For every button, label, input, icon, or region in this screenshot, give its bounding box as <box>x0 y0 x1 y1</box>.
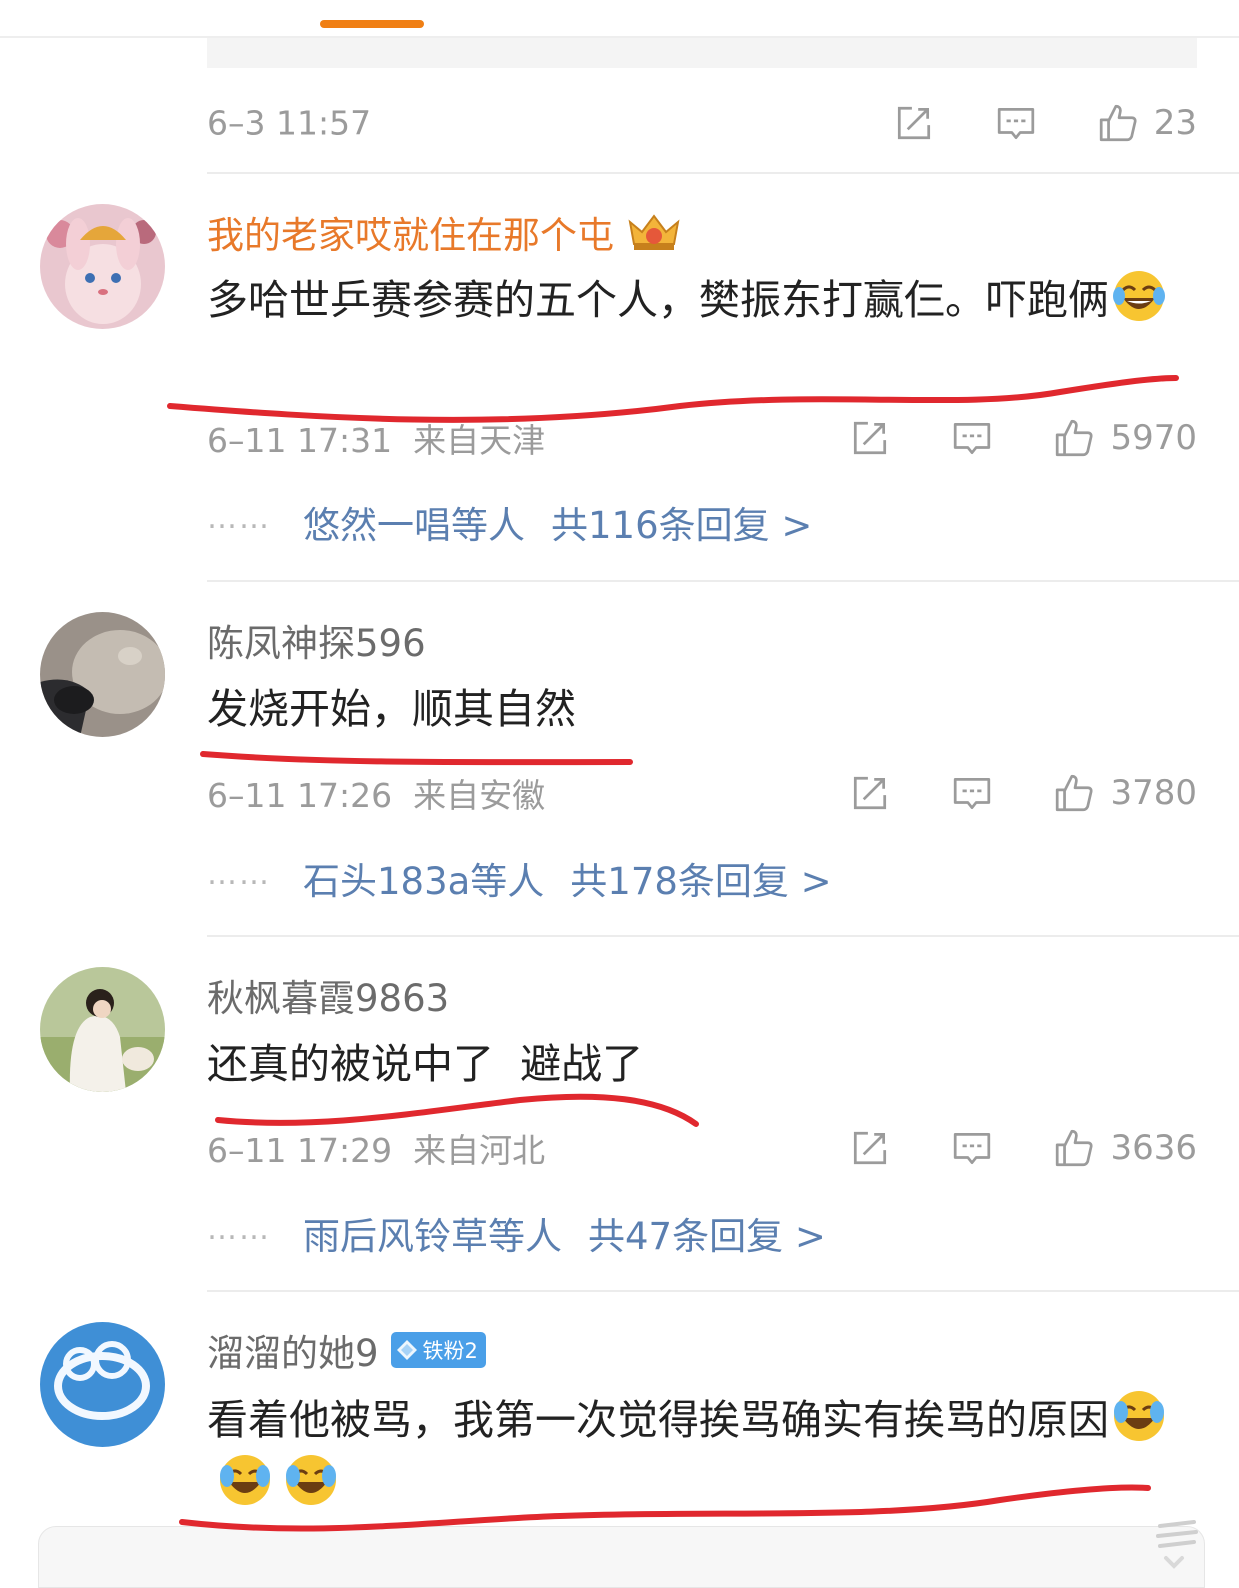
comment-time: 6–11 17:31 来自天津 <box>207 414 545 462</box>
active-tab-indicator <box>320 20 424 28</box>
comment-text: 还真的被说中了 避战了 <box>207 1032 1182 1096</box>
username[interactable]: 陈凤神探596 <box>207 614 426 666</box>
comment-body: 看着他被骂，我第一次觉得挨骂确实有挨骂的原因 <box>207 1396 1109 1444</box>
reply-count[interactable]: 共47条回复 > <box>588 1206 826 1260</box>
comment-text: 看着他被骂，我第一次觉得挨骂确实有挨骂的原因 <box>207 1388 1182 1516</box>
like-count: 3636 <box>1110 1128 1197 1168</box>
previous-comment-meta: 6–3 11:57 23 <box>207 98 1197 148</box>
reply-count[interactable]: 共116条回复 > <box>551 495 812 549</box>
share-icon[interactable] <box>848 416 892 460</box>
like-count: 5970 <box>1110 418 1197 458</box>
reply-dots: …… <box>207 856 271 892</box>
comment-icon[interactable] <box>950 416 994 460</box>
thumbs-up-icon <box>1096 101 1140 145</box>
like-button[interactable]: 3780 <box>1052 771 1197 815</box>
comment-text: 多哈世乒赛参赛的五个人，樊振东打赢仨。吓跑俩 <box>207 268 1182 332</box>
like-button[interactable]: 23 <box>1096 101 1197 145</box>
avatar[interactable] <box>40 1322 165 1447</box>
comment-divider <box>207 1290 1239 1292</box>
quoted-content-box <box>207 38 1197 68</box>
username[interactable]: 秋枫暮霞9863 <box>207 969 449 1021</box>
diamond-icon <box>396 1340 417 1360</box>
like-button[interactable]: 5970 <box>1052 416 1197 460</box>
comment-body: 多哈世乒赛参赛的五个人，樊振东打赢仨。吓跑俩 <box>207 276 1109 324</box>
avatar[interactable] <box>40 967 165 1092</box>
reply-dots: …… <box>207 500 271 536</box>
username-text[interactable]: 溜溜的她9 <box>207 1323 379 1377</box>
like-button[interactable]: 3636 <box>1052 1126 1197 1170</box>
crying-laughing-emoji <box>286 1455 336 1505</box>
comment-icon[interactable] <box>950 1126 994 1170</box>
crying-laughing-emoji <box>1114 1391 1164 1441</box>
bottom-input-bar[interactable] <box>38 1526 1205 1588</box>
comment-icon[interactable] <box>994 101 1038 145</box>
reply-users[interactable]: 石头183a等人 <box>303 851 544 905</box>
comment-divider <box>207 580 1239 582</box>
comment-divider <box>207 935 1239 937</box>
collapse-icon[interactable] <box>1140 1512 1210 1572</box>
comment-body: 还真的被说中了 避战了 <box>207 1040 644 1088</box>
comment-divider <box>207 172 1239 174</box>
fans-badge: 铁粉2 <box>390 1332 486 1368</box>
reply-users[interactable]: 雨后风铃草等人 <box>303 1206 562 1260</box>
time-text: 6–11 17:26 <box>207 776 393 815</box>
avatar[interactable] <box>40 612 165 737</box>
comment-body: 发烧开始，顺其自然 <box>207 685 576 733</box>
comment-meta: 6–11 17:31 来自天津 5970 <box>207 413 1197 463</box>
comment-icon[interactable] <box>950 771 994 815</box>
share-icon[interactable] <box>848 1126 892 1170</box>
username[interactable]: 我的老家哎就住在那个屯 <box>207 206 682 258</box>
badge-label: 铁粉2 <box>422 1339 478 1363</box>
crown-icon <box>628 214 680 250</box>
reply-count[interactable]: 共178条回复 > <box>570 851 831 905</box>
crying-laughing-emoji <box>220 1455 270 1505</box>
username-text[interactable]: 陈凤神探596 <box>207 613 426 667</box>
replies-link[interactable]: …… 悠然一唱等人 共116条回复 > <box>207 494 812 550</box>
thumbs-up-icon <box>1052 1126 1096 1170</box>
username[interactable]: 溜溜的她9 铁粉2 <box>207 1324 486 1376</box>
comment-time: 6–11 17:29 来自河北 <box>207 1124 545 1172</box>
reply-users[interactable]: 悠然一唱等人 <box>303 495 525 549</box>
share-icon[interactable] <box>848 771 892 815</box>
laughing-tears-emoji <box>1113 271 1165 321</box>
replies-link[interactable]: …… 石头183a等人 共178条回复 > <box>207 850 832 906</box>
replies-link[interactable]: …… 雨后风铃草等人 共47条回复 > <box>207 1205 826 1261</box>
comment-text: 发烧开始，顺其自然 <box>207 677 1182 741</box>
comment-meta: 6–11 17:29 来自河北 3636 <box>207 1123 1197 1173</box>
comment-time: 6–11 17:26 来自安徽 <box>207 769 545 817</box>
username-text[interactable]: 秋枫暮霞9863 <box>207 968 449 1022</box>
thumbs-up-icon <box>1052 771 1096 815</box>
comment-meta: 6–11 17:26 来自安徽 3780 <box>207 768 1197 818</box>
like-count: 3780 <box>1110 773 1197 813</box>
thumbs-up-icon <box>1052 416 1096 460</box>
username-text[interactable]: 我的老家哎就住在那个屯 <box>207 205 614 259</box>
share-icon[interactable] <box>892 101 936 145</box>
comment-time: 6–3 11:57 <box>207 103 372 143</box>
location-text: 来自安徽 <box>413 776 546 815</box>
time-text: 6–11 17:31 <box>207 421 393 460</box>
location-text: 来自天津 <box>413 421 546 460</box>
avatar[interactable] <box>40 204 165 329</box>
time-text: 6–11 17:29 <box>207 1131 393 1170</box>
like-count: 23 <box>1153 103 1197 143</box>
reply-dots: …… <box>207 1211 271 1247</box>
location-text: 来自河北 <box>413 1131 546 1170</box>
